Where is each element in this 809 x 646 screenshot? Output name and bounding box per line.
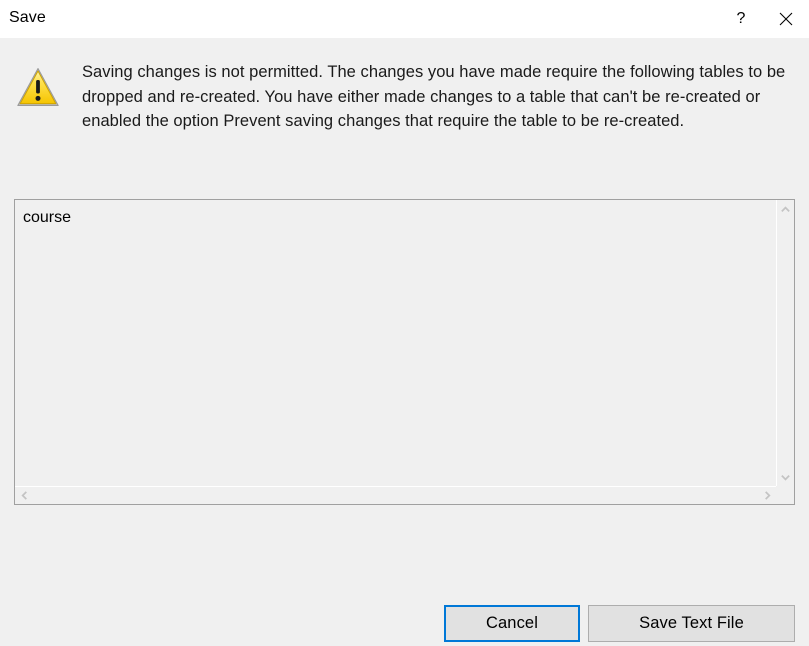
chevron-right-icon [764,491,771,500]
message-area: Saving changes is not permitted. The cha… [0,38,809,188]
chevron-left-icon [20,491,27,500]
listbox-content[interactable]: course [15,200,776,486]
scrollbar-corner [776,486,794,504]
window-title: Save [9,9,46,26]
warning-triangle-icon [17,68,59,106]
close-icon [779,12,793,26]
close-button[interactable] [763,0,809,38]
chevron-down-icon [781,474,790,481]
message-text: Saving changes is not permitted. The cha… [82,63,786,130]
help-button[interactable]: ? [719,0,763,38]
chevron-up-icon [781,205,790,212]
dialog-button-row: Cancel Save Text File [0,605,809,645]
scroll-up-button[interactable] [777,200,794,218]
vertical-scrollbar[interactable] [776,200,794,486]
title-bar: Save ? [0,0,809,38]
horizontal-scrollbar[interactable] [15,486,794,504]
list-item[interactable]: course [23,207,768,229]
scroll-left-button[interactable] [15,487,33,504]
save-text-file-button[interactable]: Save Text File [588,605,795,642]
affected-tables-listbox[interactable]: course [14,199,795,505]
cancel-button[interactable]: Cancel [444,605,580,642]
scroll-right-button[interactable] [758,487,776,504]
scroll-down-button[interactable] [777,468,794,486]
title-bar-controls: ? [719,0,809,38]
help-question-icon: ? [736,10,746,27]
vertical-scrollbar-track[interactable] [777,200,794,486]
